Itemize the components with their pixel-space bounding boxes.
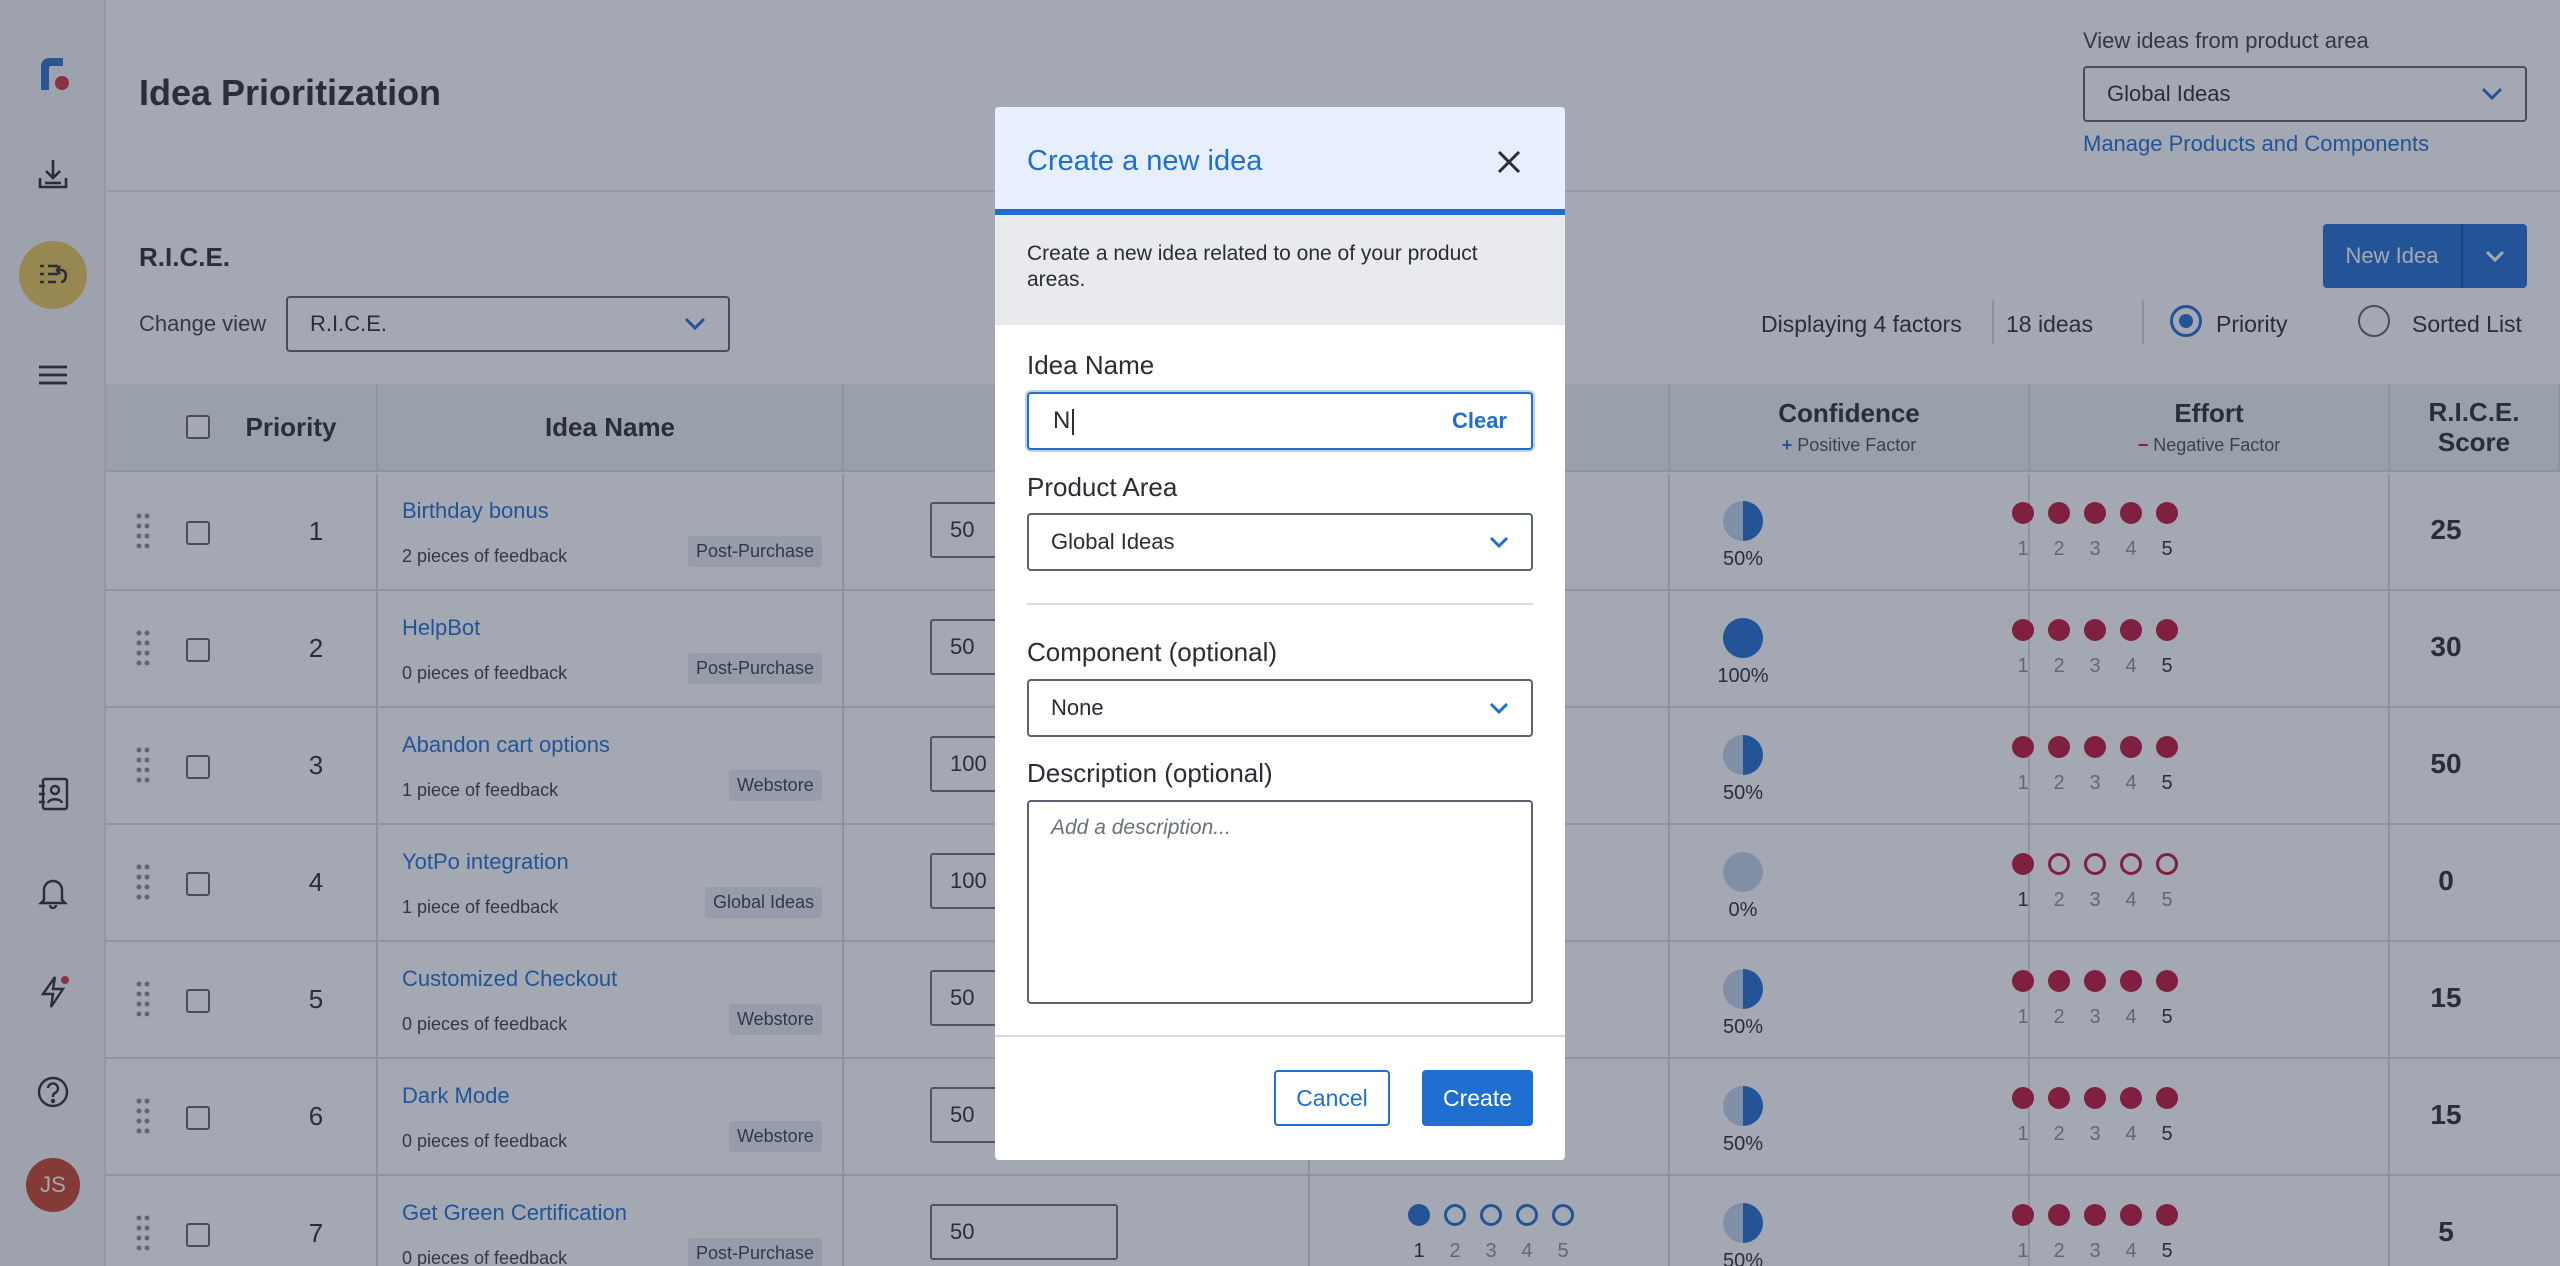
create-button[interactable]: Create xyxy=(1422,1070,1533,1126)
idea-name-text: N xyxy=(1053,407,1075,435)
modal-header: Create a new idea xyxy=(995,107,1565,215)
modal-divider xyxy=(1027,603,1533,605)
component-dropdown-value: None xyxy=(1051,695,1104,720)
text-caret xyxy=(1072,408,1075,435)
modal-description: Create a new idea related to one of your… xyxy=(1027,242,1478,291)
description-textarea[interactable]: Add a description... xyxy=(1027,800,1533,1004)
clear-button[interactable]: Clear xyxy=(1452,408,1507,434)
idea-name-value: N xyxy=(1053,407,1071,434)
cancel-button[interactable]: Cancel xyxy=(1274,1070,1390,1126)
product-area-dropdown-value: Global Ideas xyxy=(1051,529,1175,554)
chevron-down-icon xyxy=(1489,702,1509,714)
modal-title: Create a new idea xyxy=(1027,145,1263,177)
create-idea-modal: Create a new idea Create a new idea rela… xyxy=(995,107,1565,1160)
component-dropdown[interactable]: None xyxy=(1027,679,1533,737)
idea-name-input[interactable]: N Clear xyxy=(1027,392,1533,450)
modal-footer-divider xyxy=(995,1035,1565,1037)
close-icon[interactable] xyxy=(1492,145,1526,179)
chevron-down-icon xyxy=(1489,536,1509,548)
product-area-field-label: Product Area xyxy=(1027,472,1178,502)
app: JS Idea Prioritization View ideas from p… xyxy=(0,0,2560,1266)
component-label: Component (optional) xyxy=(1027,637,1278,667)
product-area-dropdown[interactable]: Global Ideas xyxy=(1027,513,1533,571)
modal-description-box: Create a new idea related to one of your… xyxy=(995,215,1565,325)
description-label: Description (optional) xyxy=(1027,758,1273,788)
idea-name-label: Idea Name xyxy=(1027,350,1155,380)
